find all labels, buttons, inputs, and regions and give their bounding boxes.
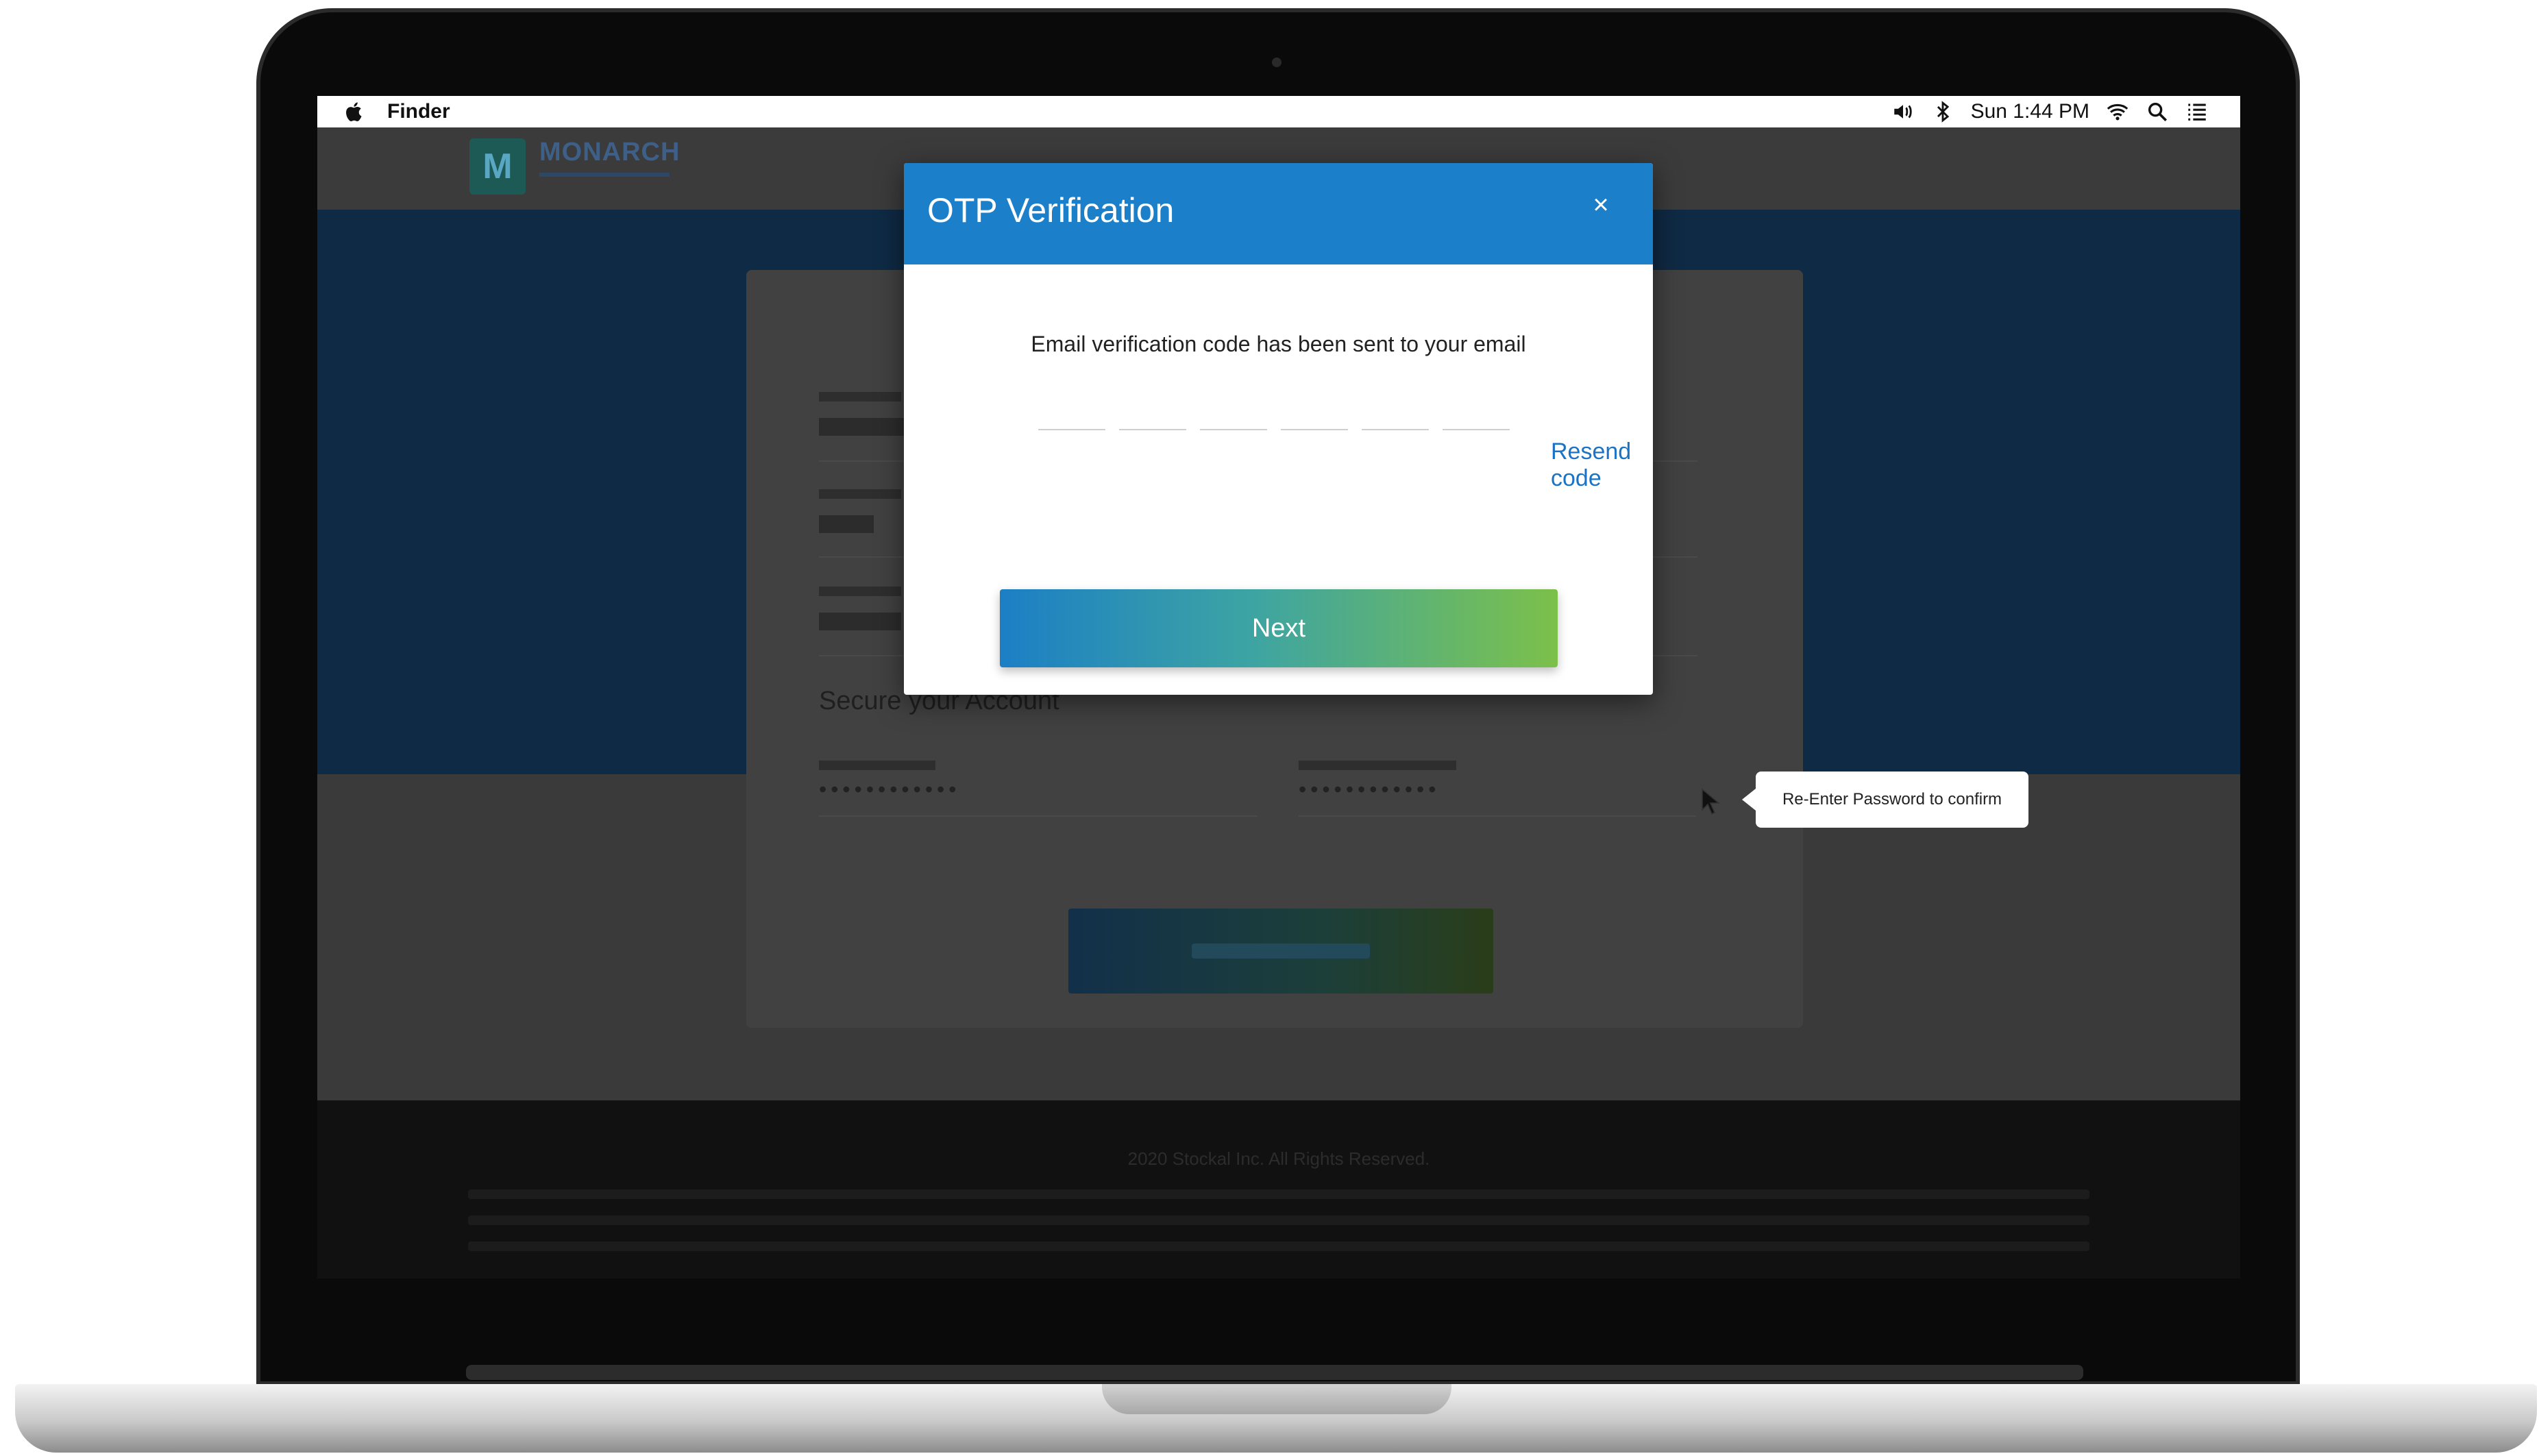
wifi-icon[interactable] — [2106, 100, 2129, 123]
logo-letter: M — [482, 147, 513, 186]
modal-title: OTP Verification — [927, 191, 1175, 230]
password-tooltip: Re-Enter Password to confirm — [1756, 772, 2028, 828]
otp-digit-5[interactable] — [1362, 400, 1429, 430]
footer-disclaimer-line — [468, 1242, 2089, 1251]
menubar-status-area: Sun 1:44 PM — [1891, 100, 2209, 123]
menubar-clock[interactable]: Sun 1:44 PM — [1971, 100, 2089, 123]
last-name-field — [819, 489, 901, 533]
volume-icon[interactable] — [1891, 100, 1915, 123]
camera-icon — [1272, 58, 1281, 67]
copyright-text: 2020 Stockal Inc. All Rights Reserved. — [1127, 1148, 1430, 1169]
create-account-button[interactable] — [1068, 909, 1493, 994]
confirm-password-mask: •••••••••••• — [1299, 777, 1440, 802]
bluetooth-icon[interactable] — [1931, 100, 1954, 123]
menubar: Finder Sun 1:44 PM — [317, 96, 2240, 127]
otp-digit-4[interactable] — [1281, 400, 1348, 430]
search-icon[interactable] — [2146, 100, 2169, 123]
next-button[interactable]: Next — [1000, 589, 1558, 667]
logo-icon: M — [469, 138, 526, 195]
otp-modal: OTP Verification × Email verification co… — [904, 163, 1653, 695]
username-field — [819, 587, 901, 630]
password-mask: •••••••••••• — [819, 777, 961, 802]
otp-digit-6[interactable] — [1443, 400, 1510, 430]
close-icon[interactable]: × — [1589, 191, 1612, 219]
list-icon[interactable] — [2185, 100, 2209, 123]
screen: Finder Sun 1:44 PM M MONARCH Secure your… — [317, 96, 2240, 1279]
otp-digit-1[interactable] — [1038, 400, 1105, 430]
laptop-hinge — [466, 1365, 2083, 1380]
tooltip-arrow — [1742, 789, 1756, 811]
footer-disclaimer-line — [468, 1189, 2089, 1199]
finder-menu[interactable]: Finder — [387, 100, 450, 123]
cursor-icon — [1702, 788, 1720, 815]
field-underline — [819, 815, 1258, 817]
confirm-password-field: •••••••••••• — [1299, 761, 1456, 802]
password-field: •••••••••••• — [819, 761, 960, 802]
otp-digit-3[interactable] — [1200, 400, 1267, 430]
otp-digit-2[interactable] — [1119, 400, 1186, 430]
laptop-notch — [1102, 1384, 1451, 1414]
verification-message: Email verification code has been sent to… — [1031, 332, 1526, 356]
footer-disclaimer-line — [468, 1216, 2089, 1225]
logo-subtitle — [539, 170, 670, 177]
logo-text: MONARCH — [539, 138, 680, 166]
field-underline — [1299, 815, 1696, 817]
resend-code-link[interactable]: Resend code — [1551, 439, 1653, 492]
apple-icon[interactable] — [342, 99, 367, 124]
